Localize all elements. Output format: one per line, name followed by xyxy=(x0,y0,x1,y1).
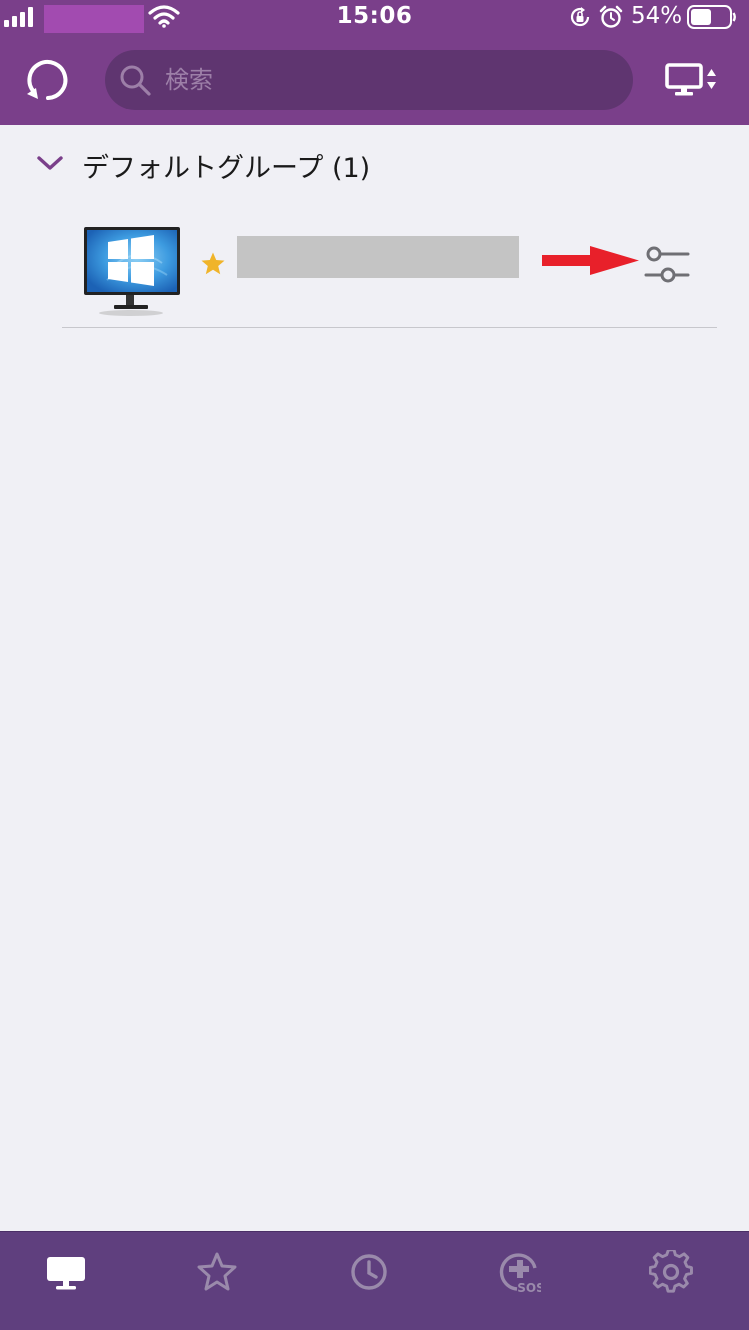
search-icon xyxy=(120,65,151,96)
svg-text:SOS: SOS xyxy=(517,1281,541,1294)
group-header[interactable]: デフォルトグループ (1) xyxy=(30,138,730,190)
device-row[interactable] xyxy=(62,215,717,328)
orientation-lock-icon xyxy=(570,7,590,27)
red-arrow-annotation xyxy=(542,246,639,275)
tab-history[interactable] xyxy=(347,1250,391,1294)
star-icon[interactable] xyxy=(200,251,226,277)
chevron-down-icon[interactable] xyxy=(36,152,64,174)
search-bar[interactable] xyxy=(105,50,633,110)
status-bar: 15:06 54% xyxy=(0,0,749,34)
refresh-icon[interactable] xyxy=(20,54,72,106)
device-switch-icon[interactable] xyxy=(664,62,722,98)
nav-bar xyxy=(0,34,749,125)
device-name-redacted xyxy=(237,236,519,278)
alarm-icon xyxy=(599,5,623,28)
sliders-icon[interactable] xyxy=(642,243,692,287)
tab-sos[interactable]: SOS xyxy=(497,1250,541,1294)
battery-percent: 54% xyxy=(631,3,683,29)
tab-settings[interactable] xyxy=(649,1250,693,1294)
search-input[interactable] xyxy=(165,50,605,110)
tab-bar: SOS xyxy=(0,1231,749,1330)
battery-icon xyxy=(687,5,736,29)
group-title: デフォルトグループ (1) xyxy=(82,153,371,184)
tab-favorites[interactable] xyxy=(195,1250,239,1294)
windows-monitor-icon xyxy=(84,227,180,316)
tab-computers[interactable] xyxy=(44,1250,88,1294)
